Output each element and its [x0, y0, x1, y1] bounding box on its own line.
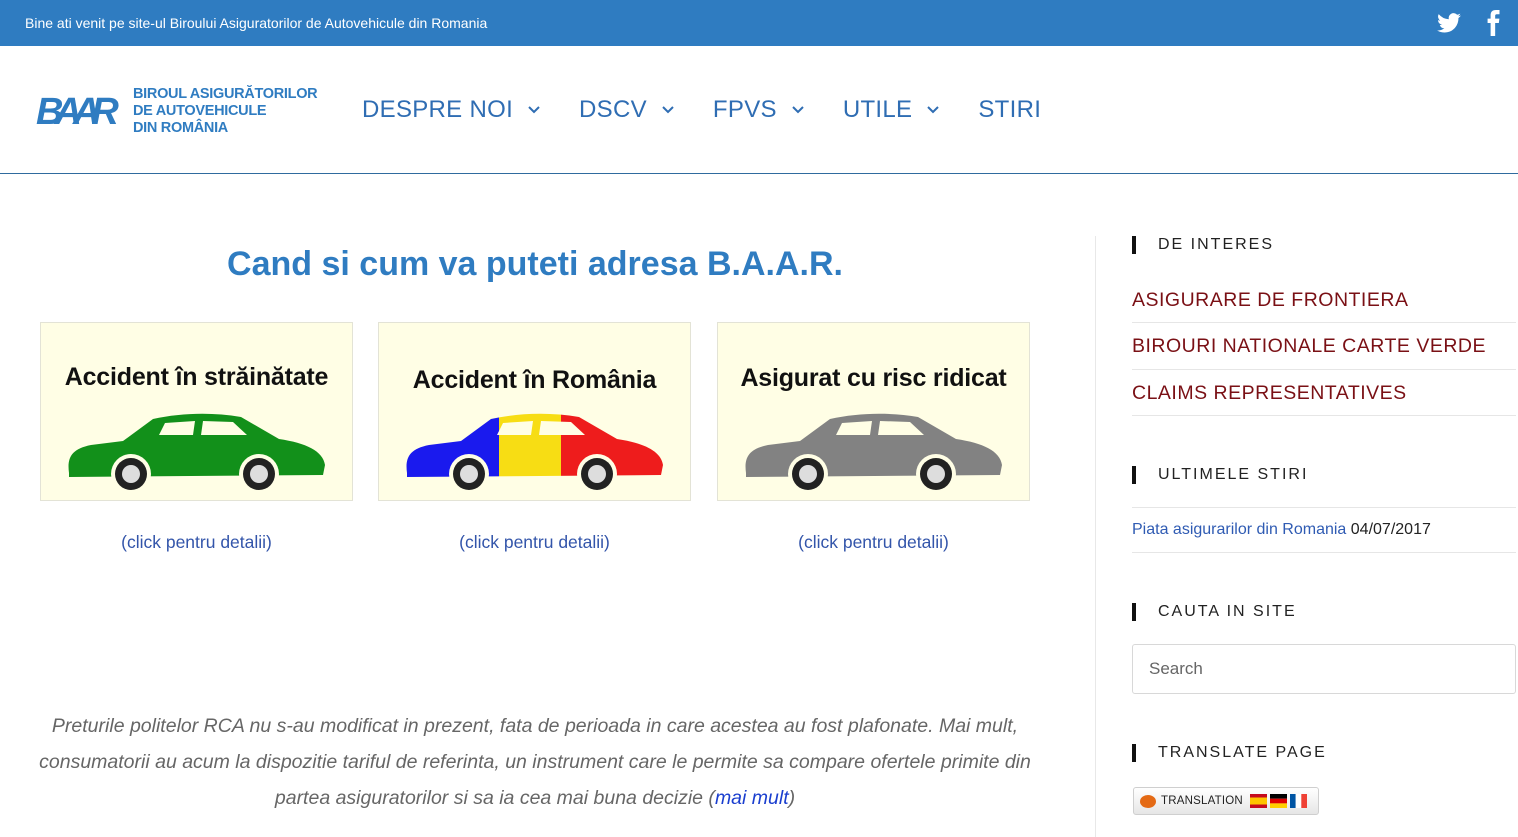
social-links	[1436, 10, 1506, 36]
widget-title-interest: DE INTERES	[1132, 236, 1274, 254]
card-title: Accident în România	[412, 366, 657, 394]
search-input[interactable]	[1132, 644, 1516, 694]
facebook-icon[interactable]	[1480, 10, 1506, 36]
divider	[1132, 552, 1516, 553]
nav-item-stiri[interactable]: STIRI	[978, 96, 1041, 124]
site-header: BAAR BIROUL ASIGURĂTORILOR DE AUTOVEHICU…	[0, 46, 1518, 174]
news-item: Piata asigurarilor din Romania 04/07/201…	[1132, 521, 1431, 539]
divider	[1132, 369, 1516, 370]
sidebar-link-claims-representatives[interactable]: CLAIMS REPRESENTATIVES	[1132, 382, 1516, 405]
tricolor-car-icon	[406, 413, 663, 494]
widget-title-news: ULTIMELE STIRI	[1132, 466, 1308, 484]
chevron-down-icon	[662, 106, 674, 114]
baar-logo-mark: BAAR	[36, 91, 128, 133]
more-link[interactable]: mai mult	[715, 787, 789, 809]
gray-car-icon	[745, 413, 1002, 494]
twitter-icon[interactable]	[1436, 10, 1462, 36]
divider	[1132, 322, 1516, 323]
spain-flag-icon[interactable]	[1249, 794, 1267, 808]
news-date: 04/07/2017	[1350, 521, 1431, 538]
nav-label: DESPRE NOI	[362, 96, 514, 123]
logo-line-3: DIN ROMÂNIA	[133, 120, 228, 136]
chat-bubble-icon	[1140, 794, 1156, 808]
card-title: Asigurat cu risc ridicat	[740, 364, 1007, 392]
nav-label: STIRI	[978, 96, 1042, 123]
sidebar-link-green-card-bureaus[interactable]: BIROURI NATIONALE CARTE VERDE	[1132, 335, 1516, 358]
main-nav: DESPRE NOI DSCV FPVS UTILE STIRI	[362, 96, 1079, 124]
nav-label: FPVS	[712, 96, 777, 123]
logo-line-2: DE AUTOVEHICULE	[133, 103, 267, 119]
card-details-link[interactable]: (click pentru detalii)	[40, 532, 353, 553]
france-flag-icon[interactable]	[1289, 794, 1307, 808]
paragraph-end: )	[788, 787, 796, 809]
translate-label: TRANSLATION	[1161, 795, 1243, 807]
logo-line-1: BIROUL ASIGURĂTORILOR	[133, 86, 318, 102]
green-car-icon	[68, 413, 325, 494]
rca-info-paragraph: Preturile politelor RCA nu s-au modifica…	[30, 708, 1040, 816]
translate-button[interactable]: TRANSLATION	[1133, 787, 1319, 815]
welcome-text: Bine ati venit pe site-ul Biroului Asigu…	[25, 15, 488, 31]
card-accident-abroad[interactable]: Accident în străinătate	[40, 322, 353, 501]
nav-item-utile[interactable]: UTILE	[843, 96, 941, 124]
page-title: Cand si cum va puteti adresa B.A.A.R.	[227, 245, 843, 283]
card-details-link[interactable]: (click pentru detalii)	[378, 532, 691, 553]
nav-item-fpvs[interactable]: FPVS	[713, 96, 805, 124]
nav-item-despre-noi[interactable]: DESPRE NOI	[362, 96, 541, 124]
paragraph-text: Preturile politelor RCA nu s-au modifica…	[39, 715, 1031, 809]
svg-text:BAAR: BAAR	[36, 91, 119, 133]
logo-text: BIROUL ASIGURĂTORILOR DE AUTOVEHICULE DI…	[133, 86, 318, 137]
nav-item-dscv[interactable]: DSCV	[579, 96, 675, 124]
sidebar-divider	[1095, 236, 1096, 837]
news-link[interactable]: Piata asigurarilor din Romania	[1132, 521, 1346, 538]
nav-label: DSCV	[579, 96, 647, 123]
chevron-down-icon	[528, 106, 540, 114]
card-title: Accident în străinătate	[64, 363, 329, 391]
nav-label: UTILE	[842, 96, 913, 123]
card-high-risk-insured[interactable]: Asigurat cu risc ridicat	[717, 322, 1030, 501]
site-logo[interactable]: BAAR BIROUL ASIGURĂTORILOR DE AUTOVEHICU…	[36, 86, 326, 142]
top-bar: Bine ati venit pe site-ul Biroului Asigu…	[0, 0, 1518, 46]
divider	[1132, 415, 1516, 416]
divider	[1132, 507, 1516, 508]
widget-title-search: CAUTA IN SITE	[1132, 603, 1297, 621]
chevron-down-icon	[927, 106, 940, 114]
chevron-down-icon	[792, 106, 804, 114]
widget-title-translate: TRANSLATE PAGE	[1132, 744, 1327, 762]
sidebar-link-border-insurance[interactable]: ASIGURARE DE FRONTIERA	[1132, 289, 1516, 312]
card-accident-romania[interactable]: Accident în România	[378, 322, 691, 501]
germany-flag-icon[interactable]	[1269, 794, 1287, 808]
card-details-link[interactable]: (click pentru detalii)	[717, 532, 1030, 553]
